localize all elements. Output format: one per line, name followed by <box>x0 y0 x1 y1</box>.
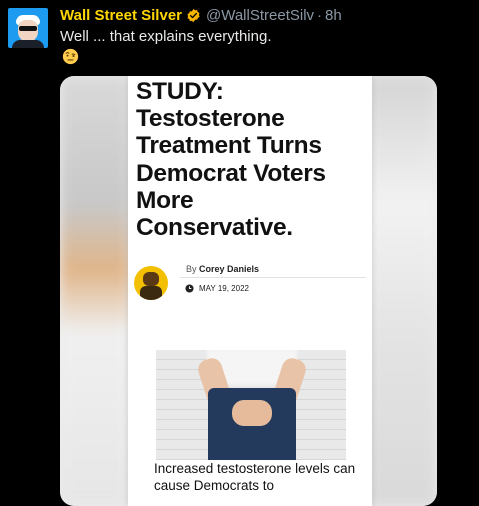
tweet-media-image[interactable]: STUDY: Testosterone Treatment Turns Demo… <box>60 76 437 506</box>
byline-divider <box>180 277 366 278</box>
separator-dot: · <box>317 6 323 24</box>
byline-by: By <box>186 264 197 274</box>
headline-line: STUDY: <box>136 78 224 105</box>
raised-eyebrow-emoji-icon <box>62 48 79 65</box>
article-byline: By Corey Daniels <box>186 264 259 274</box>
author-avatar-head <box>143 272 159 286</box>
headline-line: Conservative. <box>136 214 293 242</box>
media-blur-right <box>367 76 437 506</box>
article-screenshot: STUDY: Testosterone Treatment Turns Demo… <box>128 76 372 506</box>
display-name[interactable]: Wall Street Silver <box>60 7 182 24</box>
author-name: Corey Daniels <box>199 264 260 274</box>
tweet-timestamp[interactable]: 8h <box>325 7 342 24</box>
article-photo <box>156 350 346 460</box>
date-text: MAY 19, 2022 <box>199 284 249 293</box>
headline-line: Democrat Voters <box>136 159 326 187</box>
headline-line: Treatment Turns <box>136 132 322 160</box>
headline-line: More <box>136 186 194 214</box>
photo-hands <box>232 400 272 426</box>
article-headline: STUDY: Testosterone Treatment Turns Demo… <box>136 78 368 241</box>
author-avatar-body <box>140 286 162 300</box>
tweet-header: Wall Street Silver @WallStreetSilv · 8h <box>60 4 342 26</box>
user-handle[interactable]: @WallStreetSilv <box>206 7 314 24</box>
avatar-face <box>18 20 38 42</box>
headline-line: Testosterone <box>136 105 285 133</box>
profile-avatar[interactable] <box>8 8 48 48</box>
media-blur-left <box>60 76 130 506</box>
author-avatar <box>134 266 168 300</box>
avatar-suit <box>12 40 44 48</box>
verified-badge-icon[interactable] <box>186 8 201 23</box>
article-caption: Increased testosterone levels can cause … <box>154 461 356 493</box>
clock-icon <box>185 284 194 293</box>
tweet-text: Well ... that explains everything. <box>60 28 272 45</box>
avatar-sunglasses <box>19 26 37 31</box>
tweet[interactable]: Wall Street Silver @WallStreetSilv · 8h … <box>0 0 479 506</box>
article-date: MAY 19, 2022 <box>185 284 249 293</box>
